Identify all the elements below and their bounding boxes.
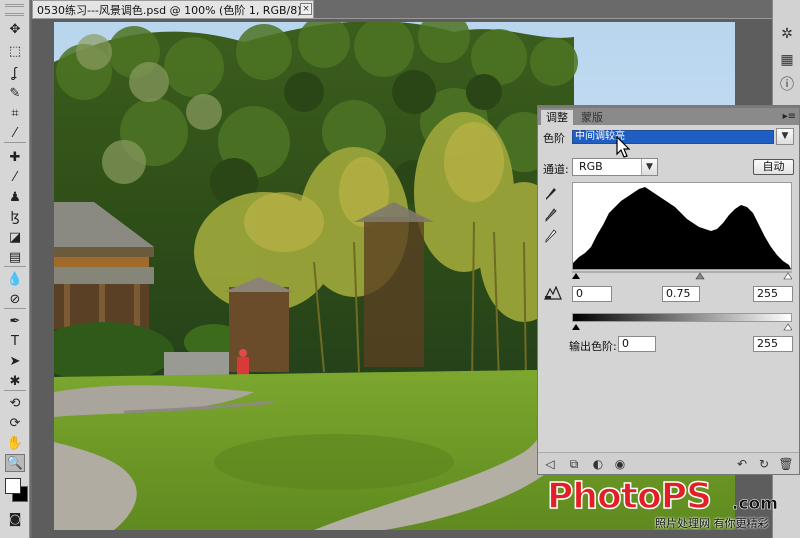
panel-menu-icon[interactable]: ▸≡ <box>783 111 796 122</box>
white-output-handle <box>783 323 793 331</box>
toolbar-divider <box>4 266 26 267</box>
info-panel-icon[interactable]: ⓘ <box>777 74 797 94</box>
move-tool-icon[interactable]: ✥ <box>5 20 25 38</box>
delete-adjustment-icon[interactable]: 🗑 <box>778 456 794 472</box>
input-black-field[interactable]: 0 <box>572 286 612 302</box>
black-input-handle <box>572 273 580 279</box>
white-input-handle <box>783 272 793 280</box>
gamma-input-handle <box>695 272 705 280</box>
output-black-field[interactable]: 0 <box>618 336 656 352</box>
input-levels-slider[interactable] <box>572 271 793 281</box>
quick-select-tool-icon[interactable]: ✎ <box>5 84 25 102</box>
reset-icon[interactable]: ↻ <box>756 456 772 472</box>
preset-label: 色阶 <box>543 132 565 145</box>
panel-tabs: 调整 蒙版 ▸≡ <box>538 108 799 125</box>
tools-panel: ✥ ⬚ ʆ ✎ ⌗ ⁄ ✚ ⁄ ♟ ɮ ◪ ▤ 💧 ⊘ ✒ T ➤ ✱ ⟲ ⟳ ✋ 🔍 ◙ <box>0 0 30 538</box>
watermark-domain: .com <box>732 494 778 515</box>
gradient-tool-icon[interactable]: ▤ <box>5 248 25 266</box>
brush-tool-icon[interactable]: ⁄ <box>5 168 25 186</box>
navigator-panel-icon[interactable]: ✲ <box>777 24 797 44</box>
preset-dropdown[interactable]: 中间调较亮 <box>572 130 774 144</box>
output-levels-gradient <box>572 313 792 322</box>
channel-label: 通道: <box>543 163 569 176</box>
adjustments-panel: 调整 蒙版 ▸≡ 色阶 中间调较亮 ▼ 通道: RGB ▼ 自动 0 0.75 … <box>537 105 800 475</box>
expanded-view-icon[interactable]: ⧉ <box>566 456 582 472</box>
hand-tool-icon[interactable]: ✋ <box>5 434 25 452</box>
foreground-color-swatch[interactable] <box>5 478 21 494</box>
pen-tool-icon[interactable]: ✒ <box>5 312 25 330</box>
crop-tool-icon[interactable]: ⌗ <box>5 104 25 122</box>
blur-tool-icon[interactable]: 💧 <box>5 270 25 288</box>
history-brush-tool-icon[interactable]: ɮ <box>5 208 25 226</box>
path-select-tool-icon[interactable]: ➤ <box>5 352 25 370</box>
channel-dropdown-arrow[interactable]: ▼ <box>641 159 657 175</box>
input-gamma-field[interactable]: 0.75 <box>662 286 700 302</box>
input-white-field[interactable]: 255 <box>753 286 793 302</box>
channel-value: RGB <box>579 160 603 173</box>
toolbar-grip[interactable] <box>5 4 24 16</box>
toolbar-divider <box>4 308 26 309</box>
quick-mask-icon[interactable]: ◙ <box>5 510 25 528</box>
type-tool-icon[interactable]: T <box>5 332 25 350</box>
3d-rotate-tool-icon[interactable]: ⟲ <box>5 394 25 412</box>
tab-masks[interactable]: 蒙版 <box>576 110 608 125</box>
white-point-eyedropper-icon[interactable] <box>543 228 559 244</box>
levels-histogram <box>572 182 792 270</box>
output-levels-slider[interactable] <box>572 322 793 332</box>
clone-stamp-tool-icon[interactable]: ♟ <box>5 188 25 206</box>
document-tab[interactable]: 0530练习---风景调色.psd @ 100% (色阶 1, RGB/8) * <box>32 0 314 18</box>
view-previous-state-icon[interactable]: ↶ <box>734 456 750 472</box>
black-point-eyedropper-icon[interactable] <box>543 186 559 202</box>
mouse-cursor-icon <box>616 136 631 158</box>
zoom-tool-icon[interactable]: 🔍 <box>5 454 25 472</box>
document-title: 0530练习---风景调色.psd @ 100% (色阶 1, RGB/8) * <box>37 3 311 17</box>
histogram-panel-icon[interactable]: ▦ <box>777 50 797 70</box>
tab-adjustments[interactable]: 调整 <box>541 110 573 125</box>
output-levels-label: 输出色阶: <box>569 340 617 353</box>
shape-tool-icon[interactable]: ✱ <box>5 372 25 390</box>
toolbar-divider <box>4 142 26 143</box>
preset-dropdown-arrow[interactable]: ▼ <box>776 128 794 145</box>
panel-footer: ◁ ⧉ ◐ ◉ ↶ ↻ 🗑 <box>538 452 799 474</box>
output-white-field[interactable]: 255 <box>753 336 793 352</box>
return-to-list-icon[interactable]: ◁ <box>542 456 558 472</box>
toolbar-divider <box>4 390 26 391</box>
black-output-handle <box>572 324 580 330</box>
lasso-tool-icon[interactable]: ʆ <box>5 64 25 82</box>
watermark-logo: PhotoPS <box>546 475 713 518</box>
clip-to-layer-icon[interactable]: ◐ <box>590 456 606 472</box>
watermark-subtitle: 照片处理网 有你更精彩 <box>655 517 769 530</box>
gray-point-eyedropper-icon[interactable] <box>543 207 559 223</box>
healing-tool-icon[interactable]: ✚ <box>5 148 25 166</box>
photops-watermark: PhotoPS .com 照片处理网 有你更精彩 <box>546 475 787 532</box>
histogram-graph <box>573 187 791 269</box>
eraser-tool-icon[interactable]: ◪ <box>5 228 25 246</box>
photoshop-window: ✥ ⬚ ʆ ✎ ⌗ ⁄ ✚ ⁄ ♟ ɮ ◪ ▤ 💧 ⊘ ✒ T ➤ ✱ ⟲ ⟳ ✋ 🔍 ◙ 0530练习---风景调色.ps… <box>0 0 800 538</box>
close-document-button[interactable]: × <box>300 3 312 15</box>
channel-dropdown[interactable]: RGB ▼ <box>572 158 658 176</box>
eyedropper-tool-icon[interactable]: ⁄ <box>5 124 25 142</box>
3d-orbit-tool-icon[interactable]: ⟳ <box>5 414 25 432</box>
auto-button[interactable]: 自动 <box>753 159 794 175</box>
clipping-preview-icon[interactable] <box>544 285 562 300</box>
visibility-eye-icon[interactable]: ◉ <box>612 456 628 472</box>
marquee-tool-icon[interactable]: ⬚ <box>5 42 25 60</box>
dodge-tool-icon[interactable]: ⊘ <box>5 290 25 308</box>
